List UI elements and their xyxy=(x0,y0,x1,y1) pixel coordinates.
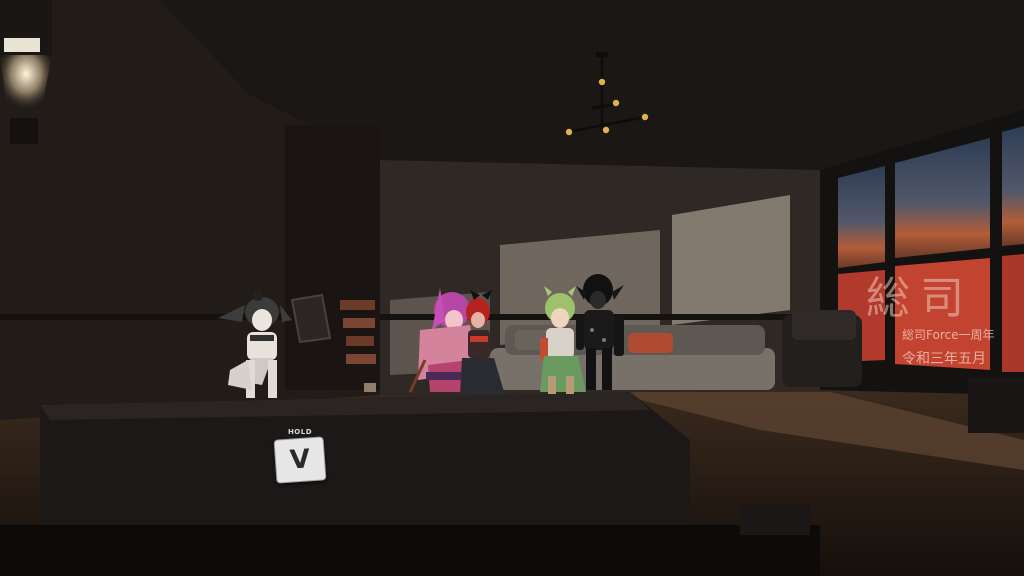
picture-frame xyxy=(290,293,332,344)
bookshelf xyxy=(285,125,380,390)
v-key-icon: V xyxy=(273,436,327,484)
window-sign-line2: 令和三年五月 xyxy=(902,351,986,367)
window-pane xyxy=(1002,126,1024,246)
window-pane xyxy=(838,166,885,268)
side-table xyxy=(968,378,1024,433)
hold-key-hint: HOLD V xyxy=(272,428,328,484)
cup xyxy=(364,383,376,392)
window-sign-pane xyxy=(1002,254,1024,372)
vr-world-view: 総司 総司Force一周年 令和三年五月 HOLD V xyxy=(0,0,1024,576)
sofa-cushion xyxy=(628,333,673,353)
window-sign-line1: 総司Force一周年 xyxy=(902,328,995,342)
sunlight-patch xyxy=(672,195,790,325)
hold-label: HOLD xyxy=(287,428,313,436)
wall-rail xyxy=(0,314,840,320)
window-sign-title: 総司 xyxy=(866,273,974,324)
